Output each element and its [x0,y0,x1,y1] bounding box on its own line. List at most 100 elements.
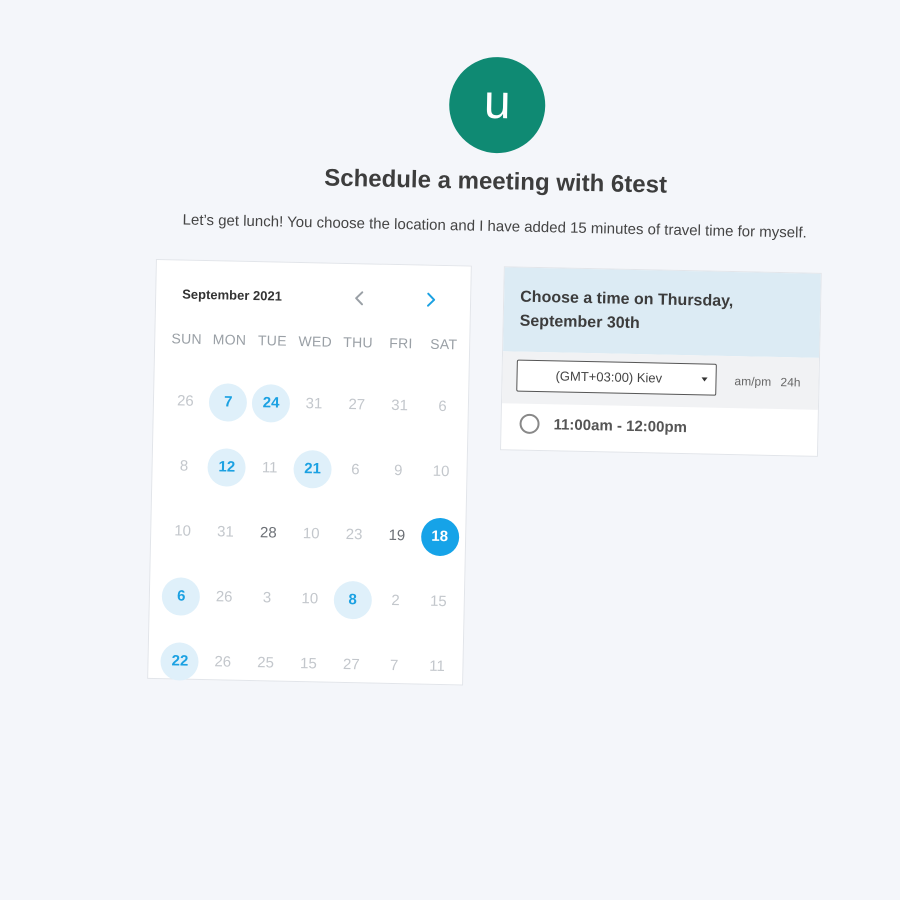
calendar-day-number: 19 [388,526,406,545]
prev-month-button[interactable] [350,288,370,308]
calendar-day-number: 22 [160,641,200,681]
calendar-day: 11 [248,435,292,501]
caret-down-icon [701,377,708,382]
calendar-day-number: 23 [345,525,363,544]
calendar-day: 8 [162,433,206,499]
calendar-day: 31 [378,373,422,439]
calendar-day-number: 3 [262,589,272,607]
calendar-day[interactable]: 8 [331,567,375,633]
calendar-day-number: 10 [301,590,319,608]
calendar-day: 10 [419,439,463,505]
calendar-day: 11 [415,633,459,699]
weekday-label: TUE [257,332,287,349]
calendar-day[interactable]: 7 [206,369,250,435]
calendar-day-number: 9 [393,461,403,480]
month-label: September 2021 [182,286,283,304]
calendar-day-number: 10 [174,522,192,540]
calendar-day-selected[interactable]: 18 [418,504,462,570]
calendar-day-number: 31 [391,396,409,415]
calendar-day: 31 [292,371,336,437]
day-grid: 26 7 24 31 27 31 6 8 12 11 21 6 9 10 10 31 28 10 23 19 18 6 26… [158,368,465,699]
calendar-day: 26 [163,368,207,434]
calendar-day[interactable]: 12 [205,434,249,500]
calendar-day-number: 8 [333,580,373,620]
calendar-day-number: 26 [214,653,232,671]
weekday-label: FRI [389,334,413,352]
calendar-day: 28 [246,500,290,566]
weekday-label: MON [212,331,247,348]
calendar-day-number: 24 [251,383,291,423]
calendar-day: 26 [202,564,246,630]
calendar-day[interactable]: 21 [290,436,334,502]
calendar-day-number: 21 [293,449,332,489]
calendar-day-number: 15 [429,592,447,611]
calendar-day[interactable]: 24 [249,370,293,436]
weekday-label: SUN [171,330,203,347]
time-slot-label: 11:00am - 12:00pm [553,415,688,436]
calendar-day: 2 [373,568,417,634]
calendar-day-number: 7 [208,382,248,422]
calendar-day-number: 11 [429,657,445,676]
calendar-day[interactable]: 22 [158,628,202,694]
calendar-day: 9 [376,438,420,504]
chevron-right-icon [427,292,436,307]
calendar-day-number: 27 [342,655,360,674]
calendar-day: 19 [375,503,419,569]
calendar-day: 7 [372,633,416,699]
calendar-day-number: 7 [389,656,399,675]
calendar-day: 23 [332,502,376,568]
calendar-day-number: 15 [299,655,317,673]
calendar-day-number: 6 [161,576,201,616]
calendar-day: 31 [203,499,247,565]
calendar-day: 25 [244,630,288,696]
time-picker-card: Choose a time on Thursday, September 30t… [499,266,822,457]
calendar-day-number: 27 [348,396,366,414]
calendar-day: 15 [416,569,460,635]
calendar-day-number: 12 [207,447,247,487]
calendar-day-number: 10 [302,525,320,543]
timezone-bar: (GMT+03:00) Kiev am/pm 24h [501,351,820,410]
time-header-line2: September 30th [519,312,640,333]
calendar-day: 6 [333,437,377,503]
calendar-day-number: 11 [261,459,278,477]
calendar-day: 15 [286,631,330,697]
calendar-day: 3 [245,565,289,631]
calendar-day: 27 [329,632,373,698]
calendar-day: 10 [288,566,332,632]
calendar-day-number: 6 [438,397,447,416]
weekday-label: THU [343,333,374,351]
calendar-day-number: 31 [305,395,323,413]
scheduling-page: u Schedule a meeting with 6test Let’s ge… [0,0,900,900]
avatar: u [448,56,547,155]
time-picker-header: Choose a time on Thursday, September 30t… [503,267,821,358]
format-24h-toggle[interactable]: 24h [780,375,800,389]
calendar-day: 6 [420,374,464,440]
calendar-day: 27 [335,372,379,438]
weekday-label: SAT [430,335,458,353]
calendar-day-number: 26 [215,588,233,606]
radio-button[interactable] [519,413,540,435]
calendar-day-number: 8 [179,457,189,475]
calendar-day-number: 25 [257,654,275,672]
timezone-select[interactable]: (GMT+03:00) Kiev [516,359,717,396]
weekday-header: SUN MON TUE WED THU FRI SAT [165,330,465,352]
weekday-label: WED [298,332,333,350]
calendar-day: 10 [289,501,333,567]
avatar-letter: u [483,75,512,130]
calendar-day[interactable]: 6 [159,563,203,629]
format-ampm-toggle[interactable]: am/pm [734,374,771,389]
calendar-day-number: 6 [351,461,360,479]
calendar-day: 26 [201,629,245,695]
next-month-button[interactable] [420,290,440,310]
timezone-value: (GMT+03:00) Kiev [555,368,663,386]
calendar-day-number: 28 [259,524,277,542]
calendar-day-number: 2 [391,591,400,610]
time-slot[interactable]: 11:00am - 12:00pm [519,413,688,438]
calendar-day: 10 [161,498,205,564]
page-title: Schedule a meeting with 6test [324,164,668,199]
calendar-day-number: 18 [420,517,460,556]
chevron-left-icon [355,291,364,306]
calendar-card: September 2021 SUN MON TUE WED THU FRI SAT 26 7… [147,258,472,686]
meeting-description: Let’s get lunch! You choose the location… [182,211,807,242]
calendar-day-number: 26 [176,392,194,410]
